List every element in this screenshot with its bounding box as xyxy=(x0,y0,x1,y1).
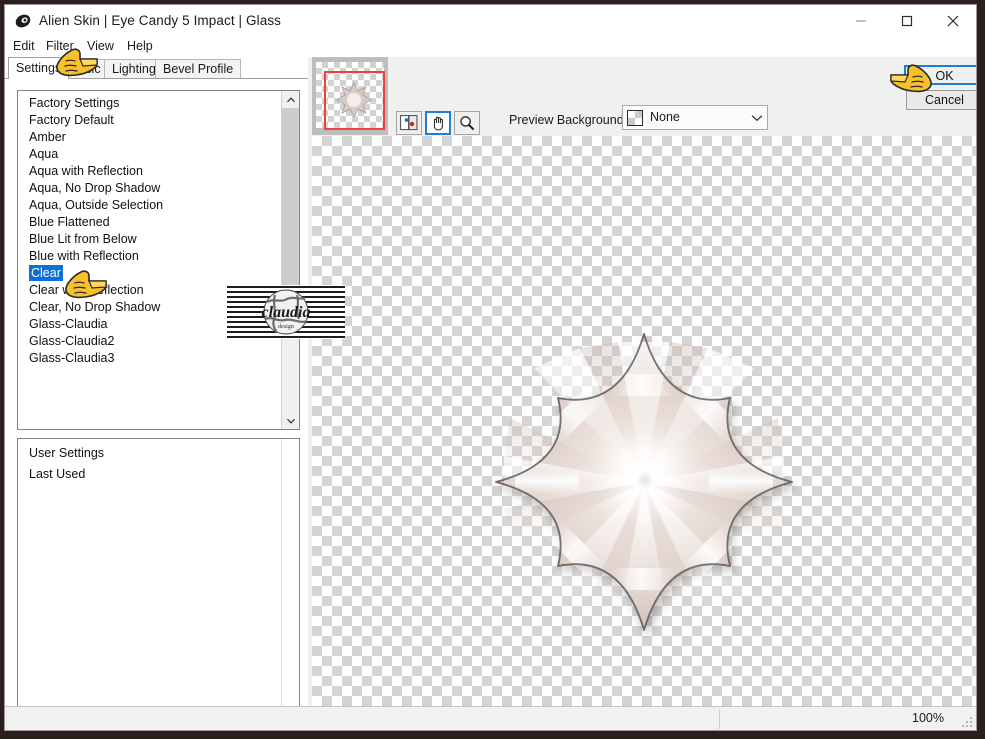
menu-filter[interactable]: Filter xyxy=(42,38,78,54)
menu-edit[interactable]: Edit xyxy=(9,38,39,54)
tab-bevel-profile[interactable]: Bevel Profile xyxy=(155,59,242,78)
list-item[interactable]: Blue with Reflection xyxy=(18,248,282,265)
close-button[interactable] xyxy=(930,5,976,36)
list-item-label: Aqua xyxy=(29,147,59,161)
list-item-label: Aqua, Outside Selection xyxy=(29,198,164,212)
maximize-icon xyxy=(901,15,913,26)
list-item-label: Glass-Claudia3 xyxy=(29,351,115,365)
minimize-icon xyxy=(856,19,866,22)
scroll-down-button[interactable] xyxy=(282,412,299,429)
list-item[interactable]: Aqua, No Drop Shadow xyxy=(18,180,282,197)
list-item[interactable]: Blue Flattened xyxy=(18,214,282,231)
scrollbar-thumb[interactable] xyxy=(282,108,299,327)
list-item[interactable]: Blue Lit from Below xyxy=(18,231,282,248)
preview-background-label: Preview Background: xyxy=(509,113,628,127)
factory-settings-list[interactable]: Factory Settings Factory Default Amber Aqua… xyxy=(17,90,300,430)
user-settings-list[interactable]: User Settings Last Used xyxy=(17,438,300,723)
scroll-up-button[interactable] xyxy=(282,91,299,108)
list-item[interactable]: Factory Settings xyxy=(18,95,282,112)
magnifier-zoom-button[interactable] xyxy=(454,111,480,135)
maximize-button[interactable] xyxy=(884,5,930,36)
list-item[interactable]: Glass-Claudia3 xyxy=(18,350,282,367)
list-item-label: Blue Lit from Below xyxy=(29,232,137,246)
split-preview-icon xyxy=(400,115,418,131)
user-settings-items: User Settings Last Used xyxy=(18,439,282,485)
list-item[interactable]: Clear with Reflection xyxy=(18,282,282,299)
glass-star-artwork xyxy=(495,333,793,631)
settings-panel: Settings Basic Lighting Bevel Profile Fa… xyxy=(5,57,308,730)
list-item-label: Aqua, No Drop Shadow xyxy=(29,181,161,195)
factory-settings-items: Factory Settings Factory Default Amber Aqua… xyxy=(18,91,282,429)
list-item[interactable]: Aqua xyxy=(18,146,282,163)
navigator-thumbnail[interactable] xyxy=(312,57,388,135)
zoom-level-indicator: 100% xyxy=(912,711,944,725)
list-item[interactable]: Clear, No Drop Shadow xyxy=(18,299,282,316)
list-item-label: Aqua with Reflection xyxy=(29,164,143,178)
factory-list-scrollbar[interactable] xyxy=(281,91,299,429)
menu-view[interactable]: View xyxy=(83,38,118,54)
list-item[interactable]: Amber xyxy=(18,129,282,146)
close-icon xyxy=(947,15,959,26)
hand-pan-icon xyxy=(433,116,443,131)
hand-pan-button[interactable] xyxy=(425,111,451,135)
navigator-checkerboard xyxy=(316,62,385,130)
list-item-label: Amber xyxy=(29,130,66,144)
list-item[interactable]: Factory Default xyxy=(18,112,282,129)
minimize-button[interactable] xyxy=(838,5,884,36)
navigator-viewport-rect[interactable] xyxy=(324,71,385,130)
application-window: Alien Skin | Eye Candy 5 Impact | Glass … xyxy=(4,4,977,731)
list-item-label: Clear xyxy=(29,265,63,281)
list-item-label: Factory Default xyxy=(29,113,114,127)
list-item[interactable]: Clear xyxy=(18,265,282,282)
status-bar: 100% xyxy=(5,706,976,730)
list-item-label: Factory Settings xyxy=(29,96,120,110)
list-item[interactable]: User Settings xyxy=(18,443,282,464)
list-item-label: Glass-Claudia xyxy=(29,317,108,331)
title-bar: Alien Skin | Eye Candy 5 Impact | Glass xyxy=(5,5,976,37)
alien-skin-logo-icon xyxy=(14,12,32,30)
checkerboard-swatch-icon xyxy=(627,110,643,126)
chevron-down-icon xyxy=(286,418,295,424)
preview-canvas[interactable] xyxy=(312,136,976,714)
window-title: Alien Skin | Eye Candy 5 Impact | Glass xyxy=(39,13,282,28)
ok-button[interactable]: OK xyxy=(904,65,976,85)
chevron-down-icon xyxy=(751,111,763,125)
preview-background-select[interactable]: None xyxy=(622,105,768,130)
list-item-label: Blue Flattened xyxy=(29,215,110,229)
list-item-label: Clear, No Drop Shadow xyxy=(29,300,161,314)
list-item[interactable]: Aqua, Outside Selection xyxy=(18,197,282,214)
list-item[interactable]: Aqua with Reflection xyxy=(18,163,282,180)
list-item-label: Blue with Reflection xyxy=(29,249,139,263)
status-separator xyxy=(719,709,720,729)
list-item-label: Glass-Claudia2 xyxy=(29,334,115,348)
menu-help[interactable]: Help xyxy=(123,38,157,54)
user-list-scroll-track[interactable] xyxy=(281,439,299,722)
chevron-up-icon xyxy=(286,96,295,102)
tab-strip: Settings Basic Lighting Bevel Profile xyxy=(5,57,308,79)
list-item-label: Clear with Reflection xyxy=(29,283,144,297)
cancel-button[interactable]: Cancel xyxy=(906,90,976,110)
resize-grip-icon[interactable] xyxy=(962,717,973,728)
list-item[interactable]: Glass-Claudia xyxy=(18,316,282,333)
preview-background-value: None xyxy=(650,110,680,124)
tab-settings[interactable]: Settings xyxy=(8,57,70,79)
split-preview-button[interactable] xyxy=(396,111,422,135)
menu-bar: Edit Filter View Help xyxy=(5,37,976,57)
magnifier-zoom-icon xyxy=(460,116,475,131)
preview-panel: Preview Background: None OK Cancel xyxy=(308,57,976,714)
list-item[interactable]: Last Used xyxy=(18,464,282,485)
list-item[interactable]: Glass-Claudia2 xyxy=(18,333,282,350)
